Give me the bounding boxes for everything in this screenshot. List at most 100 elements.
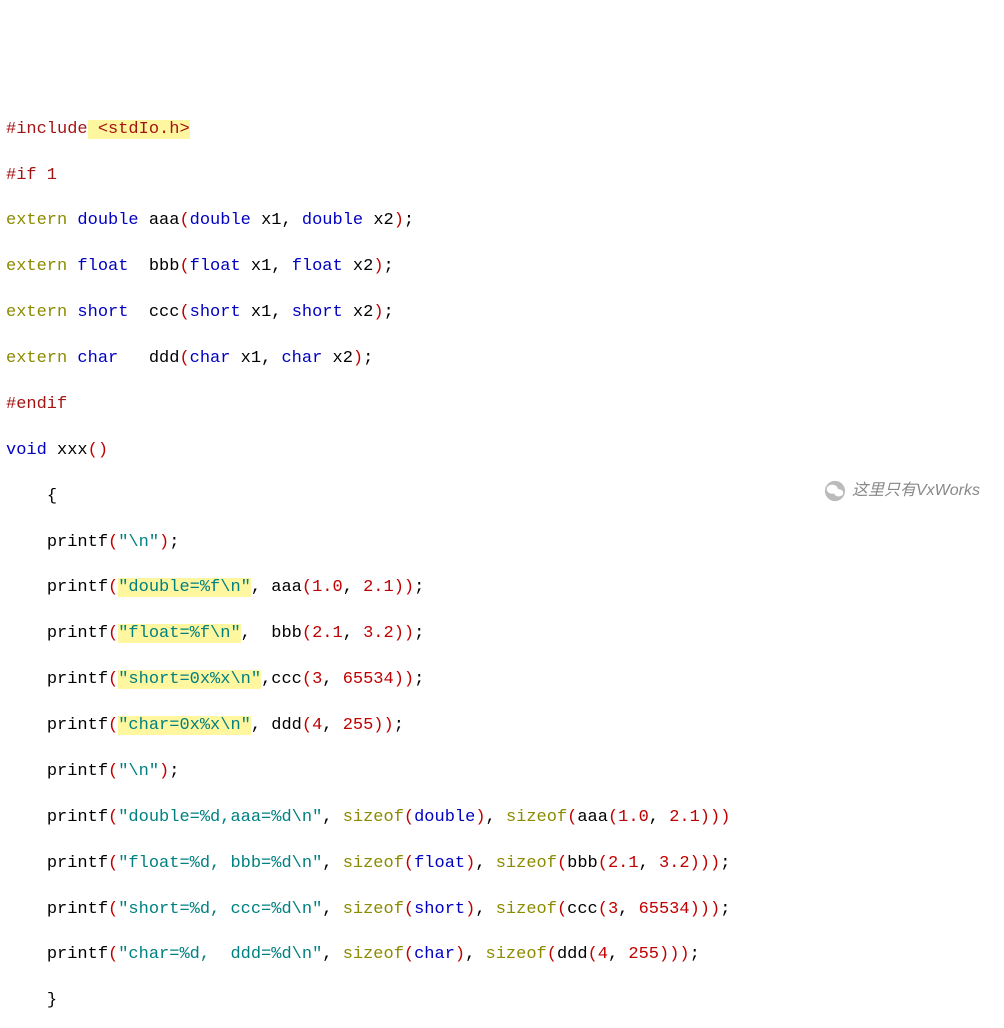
paren-close: )	[159, 762, 169, 781]
comma: ,	[649, 808, 659, 827]
type-short: short	[414, 900, 465, 919]
paren-open: (	[179, 303, 189, 322]
type-float: float	[414, 854, 465, 873]
param-x2: x2	[333, 349, 353, 368]
type-float: float	[190, 257, 241, 276]
number-literal: 2.1	[363, 578, 394, 597]
string-literal: "float=%f\n"	[118, 624, 240, 643]
code-line: #include <stdIo.h>	[6, 119, 998, 142]
paren-close: )	[659, 945, 669, 964]
fn-printf: printf	[47, 716, 108, 735]
paren-open: (	[302, 670, 312, 689]
number-literal: 2.1	[669, 808, 700, 827]
paren-open: (	[108, 762, 118, 781]
brace-open: {	[47, 487, 57, 506]
string-literal: "short=0x%x\n"	[118, 670, 261, 689]
type-short: short	[77, 303, 128, 322]
code-line: #endif	[6, 394, 998, 417]
semicolon: ;	[414, 624, 424, 643]
type-double: double	[77, 211, 138, 230]
fn-printf: printf	[47, 670, 108, 689]
string-literal: "short=%d, ccc=%d\n"	[118, 900, 322, 919]
kw-sizeof: sizeof	[343, 854, 404, 873]
paren-open: (	[404, 945, 414, 964]
comma: ,	[271, 303, 281, 322]
fn-printf: printf	[47, 533, 108, 552]
comma: ,	[322, 945, 332, 964]
code-line: void xxx()	[6, 440, 998, 463]
paren-open: (	[108, 716, 118, 735]
paren-close: )	[700, 808, 710, 827]
paren-close: )	[394, 624, 404, 643]
comma: ,	[618, 900, 628, 919]
number-literal: 4	[598, 945, 608, 964]
comma: ,	[475, 900, 485, 919]
paren-open: (	[302, 716, 312, 735]
paren-close: )	[394, 211, 404, 230]
number-literal: 255	[628, 945, 659, 964]
paren-open: (	[179, 211, 189, 230]
paren-open: (	[598, 854, 608, 873]
paren-close: )	[700, 854, 710, 873]
paren-open: (	[302, 578, 312, 597]
paren-close: )	[475, 808, 485, 827]
brace-close: }	[47, 991, 57, 1010]
number-literal: 65534	[639, 900, 690, 919]
type-char: char	[414, 945, 455, 964]
comma: ,	[261, 670, 271, 689]
fn-bbb: bbb	[271, 624, 302, 643]
number-literal: 2.1	[312, 624, 343, 643]
comma: ,	[322, 854, 332, 873]
paren-open: (	[404, 854, 414, 873]
semicolon: ;	[394, 716, 404, 735]
wechat-icon	[824, 480, 846, 502]
paren-close: )	[404, 670, 414, 689]
type-char: char	[77, 349, 118, 368]
kw-sizeof: sizeof	[343, 808, 404, 827]
fn-ccc: ccc	[271, 670, 302, 689]
comma: ,	[465, 945, 475, 964]
code-line: extern float bbb(float x1, float x2);	[6, 256, 998, 279]
string-literal: "float=%d, bbb=%d\n"	[118, 854, 322, 873]
fn-printf: printf	[47, 624, 108, 643]
fn-printf: printf	[47, 945, 108, 964]
param-x1: x1	[261, 211, 281, 230]
paren-open: (	[108, 533, 118, 552]
comma: ,	[261, 349, 271, 368]
type-double: double	[190, 211, 251, 230]
paren-close: )	[394, 670, 404, 689]
fn-ccc: ccc	[149, 303, 180, 322]
number-literal: 3.2	[363, 624, 394, 643]
paren-open: (	[108, 808, 118, 827]
paren-open: (	[179, 257, 189, 276]
kw-extern: extern	[6, 349, 67, 368]
semicolon: ;	[169, 762, 179, 781]
fn-aaa: aaa	[577, 808, 608, 827]
code-line: printf("short=%d, ccc=%d\n", sizeof(shor…	[6, 899, 998, 922]
semicolon: ;	[384, 257, 394, 276]
comma: ,	[322, 716, 332, 735]
fn-ccc: ccc	[567, 900, 598, 919]
semicolon: ;	[169, 533, 179, 552]
paren-close: )	[700, 900, 710, 919]
kw-sizeof: sizeof	[496, 854, 557, 873]
paren-open: (	[404, 808, 414, 827]
kw-extern: extern	[6, 303, 67, 322]
paren-close: )	[373, 257, 383, 276]
type-float: float	[77, 257, 128, 276]
paren-close: )	[690, 900, 700, 919]
semicolon: ;	[384, 303, 394, 322]
kw-sizeof: sizeof	[486, 945, 547, 964]
paren-close: )	[394, 578, 404, 597]
comma: ,	[486, 808, 496, 827]
paren-open: (	[88, 441, 98, 460]
paren-close: )	[373, 716, 383, 735]
semicolon: ;	[720, 854, 730, 873]
watermark-text: 这里只有VxWorks	[852, 480, 980, 502]
fn-aaa: aaa	[271, 578, 302, 597]
paren-close: )	[720, 808, 730, 827]
kw-sizeof: sizeof	[496, 900, 557, 919]
type-float: float	[292, 257, 343, 276]
paren-open: (	[404, 900, 414, 919]
paren-close: )	[373, 303, 383, 322]
